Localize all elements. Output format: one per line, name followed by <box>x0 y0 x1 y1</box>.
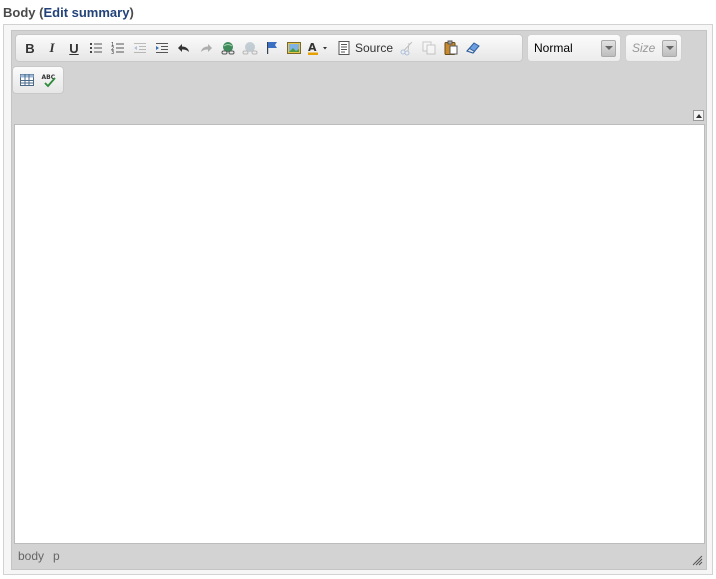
image-icon <box>287 42 301 54</box>
link-button[interactable] <box>217 37 239 59</box>
editor-content-area[interactable] <box>14 124 705 544</box>
svg-text:A: A <box>308 41 317 54</box>
spellcheck-icon: ABC <box>42 74 56 88</box>
indent-button[interactable] <box>151 37 173 59</box>
unlink-button[interactable] <box>239 37 261 59</box>
size-dropdown-arrow-icon[interactable] <box>662 39 677 57</box>
format-value: Normal <box>534 41 573 55</box>
copy-button[interactable] <box>418 37 440 59</box>
bold-icon: B <box>25 40 35 56</box>
field-label: Body (Edit summary) <box>3 5 134 20</box>
edit-summary-link[interactable]: Edit summary <box>43 5 129 20</box>
format-combo[interactable]: Normal <box>527 34 621 62</box>
toolbar-main-group: B I U 123 A Source <box>15 34 523 62</box>
bulleted-list-button[interactable] <box>85 37 107 59</box>
unlink-icon <box>242 42 258 55</box>
outdent-button[interactable] <box>129 37 151 59</box>
redo-icon <box>201 44 212 52</box>
toolbar-collapse-button[interactable] <box>693 110 704 121</box>
element-path-bar: body p <box>18 549 60 563</box>
underline-icon: U <box>69 40 79 56</box>
spellcheck-button[interactable]: ABC <box>38 69 60 91</box>
toolbar-second-group: ABC <box>12 66 64 94</box>
italic-icon: I <box>49 40 55 55</box>
copy-icon <box>422 41 436 55</box>
source-icon <box>338 41 350 55</box>
eraser-icon <box>466 42 480 54</box>
undo-button[interactable] <box>173 37 195 59</box>
svg-text:3: 3 <box>111 50 114 56</box>
paren-close: ) <box>129 5 134 20</box>
bold-button[interactable]: B <box>19 37 41 59</box>
bulleted-list-icon <box>90 43 102 53</box>
field-label-text: Body <box>3 5 36 20</box>
source-label: Source <box>355 41 394 55</box>
path-item-body[interactable]: body <box>18 549 44 563</box>
text-color-button[interactable]: A <box>305 37 333 59</box>
anchor-button[interactable] <box>261 37 283 59</box>
source-button[interactable]: Source <box>333 37 396 59</box>
table-icon <box>20 74 34 86</box>
numbered-list-icon: 123 <box>111 42 124 56</box>
link-icon <box>221 42 235 55</box>
redo-button[interactable] <box>195 37 217 59</box>
outdent-icon <box>134 43 146 53</box>
table-button[interactable] <box>16 69 38 91</box>
editor-wrapper: B I U 123 A Source Normal Size ABC body … <box>3 24 713 575</box>
resize-handle-icon[interactable] <box>692 555 703 566</box>
remove-format-button[interactable] <box>462 37 484 59</box>
numbered-list-button[interactable]: 123 <box>107 37 129 59</box>
image-button[interactable] <box>283 37 305 59</box>
format-dropdown-arrow-icon[interactable] <box>601 39 616 57</box>
rich-text-editor: B I U 123 A Source Normal Size ABC body … <box>11 30 707 570</box>
paste-icon <box>444 40 458 55</box>
cut-icon <box>400 41 413 56</box>
path-item-p[interactable]: p <box>53 549 60 563</box>
paste-button[interactable] <box>440 37 462 59</box>
underline-button[interactable]: U <box>63 37 85 59</box>
text-color-icon: A <box>308 41 327 55</box>
anchor-icon <box>267 42 277 54</box>
indent-icon <box>156 43 168 53</box>
cut-button[interactable] <box>396 37 418 59</box>
size-combo[interactable]: Size <box>625 34 682 62</box>
size-placeholder: Size <box>632 41 656 55</box>
italic-button[interactable]: I <box>41 37 63 59</box>
undo-icon <box>178 44 189 52</box>
